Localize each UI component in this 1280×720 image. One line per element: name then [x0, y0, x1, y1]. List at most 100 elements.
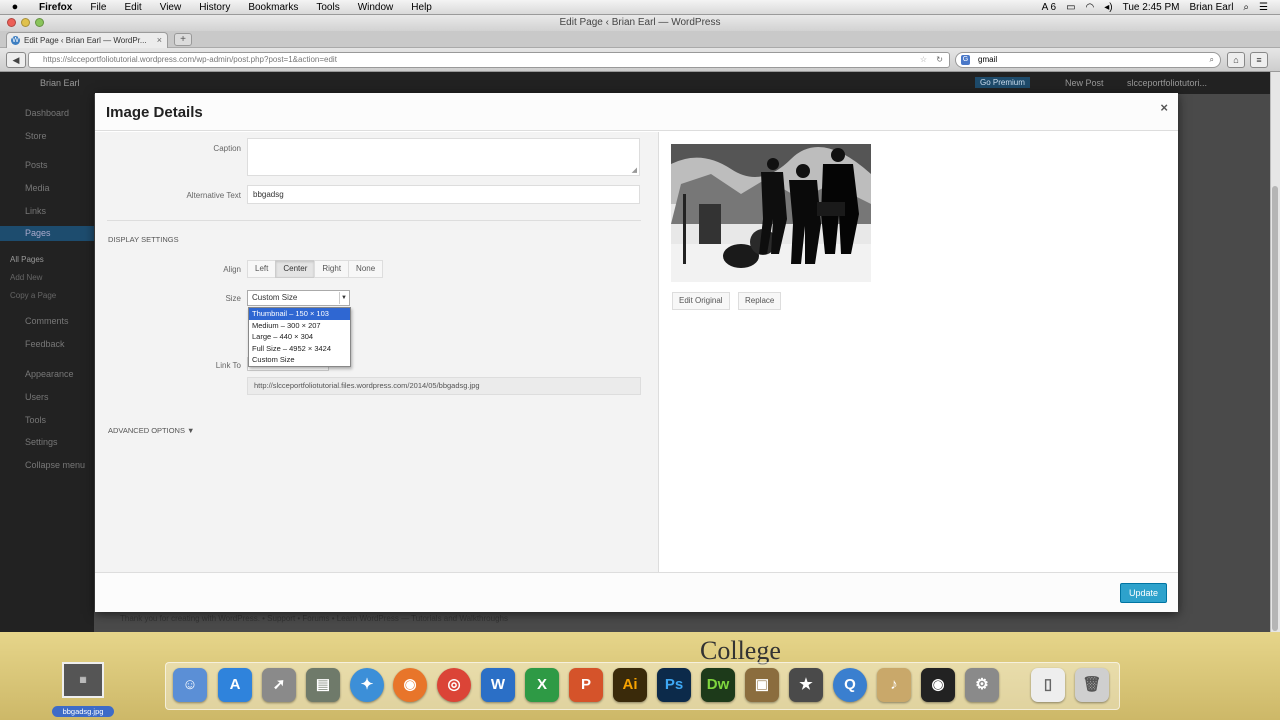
menu-button[interactable]: ≡	[1250, 52, 1268, 68]
tab-edit-page[interactable]: W Edit Page ‹ Brian Earl — WordPr... ×	[6, 32, 168, 48]
close-window-icon[interactable]	[7, 18, 16, 27]
word-icon[interactable]: W	[481, 668, 515, 702]
size-select[interactable]: Custom Size ▼	[247, 290, 350, 306]
back-button[interactable]: ◀	[6, 52, 26, 68]
trash-icon[interactable]: 🗑	[1075, 668, 1109, 702]
size-option-custom[interactable]: Custom Size	[249, 354, 350, 366]
advanced-options-toggle[interactable]: ADVANCED OPTIONS ▼	[108, 426, 194, 435]
menu-firefox[interactable]: Firefox	[30, 2, 81, 13]
sidebar-item-settings[interactable]: Settings	[25, 437, 58, 447]
app-store-icon[interactable]: A	[218, 668, 252, 702]
wifi-icon[interactable]: ◠	[1086, 2, 1095, 13]
chrome-icon[interactable]: ◎	[437, 668, 471, 702]
sidebar-item-dashboard[interactable]: Dashboard	[25, 108, 69, 118]
clock[interactable]: Tue 2:45 PM	[1123, 2, 1180, 13]
new-tab-button[interactable]: +	[174, 33, 192, 46]
minimize-window-icon[interactable]	[21, 18, 30, 27]
search-icon[interactable]: ⌕	[1210, 53, 1214, 67]
powerpoint-icon[interactable]: P	[569, 668, 603, 702]
home-button[interactable]: ⌂	[1227, 52, 1245, 68]
desktop-file-thumbnail[interactable]: ▦	[62, 662, 104, 698]
menu-window[interactable]: Window	[349, 2, 403, 13]
account-link[interactable]: slcceportfoliotutori...	[1127, 78, 1207, 88]
menu-bookmarks[interactable]: Bookmarks	[239, 2, 307, 13]
sidebar-item-all-pages[interactable]: All Pages	[10, 255, 44, 264]
caption-textarea[interactable]: ◢	[247, 138, 640, 176]
menu-file[interactable]: File	[81, 2, 115, 13]
align-none-button[interactable]: None	[348, 260, 384, 278]
excel-icon[interactable]: X	[525, 668, 559, 702]
document-icon[interactable]: ▯	[1031, 668, 1065, 702]
go-premium-button[interactable]: Go Premium	[975, 77, 1030, 88]
menu-help[interactable]: Help	[402, 2, 441, 13]
imovie-icon[interactable]: ★	[789, 668, 823, 702]
url-bar[interactable]: https://slcceportfoliotutorial.wordpress…	[28, 52, 950, 68]
dreamweaver-icon[interactable]: Dw	[701, 668, 735, 702]
size-option-thumbnail[interactable]: Thumbnail – 150 × 103	[249, 308, 350, 320]
spotlight-icon[interactable]: ⌕	[1243, 2, 1249, 13]
safari-icon[interactable]: ✦	[350, 668, 384, 702]
launchpad-icon[interactable]: ➚	[262, 668, 296, 702]
reload-icon[interactable]: ↻	[936, 53, 943, 67]
update-button[interactable]: Update	[1120, 583, 1167, 603]
sidebar-item-posts[interactable]: Posts	[25, 160, 48, 170]
page-scrollbar-thumb[interactable]	[1272, 186, 1278, 631]
menu-tools[interactable]: Tools	[307, 2, 348, 13]
sidebar-item-tools[interactable]: Tools	[25, 415, 46, 425]
illustrator-icon[interactable]: Ai	[613, 668, 647, 702]
sidebar-item-store[interactable]: Store	[25, 131, 47, 141]
site-name[interactable]: Brian Earl	[40, 78, 80, 88]
replace-button[interactable]: Replace	[738, 292, 782, 310]
sidebar-item-comments[interactable]: Comments	[25, 316, 69, 326]
user-name[interactable]: Brian Earl	[1190, 2, 1234, 13]
sidebar-item-media[interactable]: Media	[25, 183, 50, 193]
align-center-button[interactable]: Center	[275, 260, 316, 278]
bookmark-star-icon[interactable]: ☆	[920, 53, 927, 67]
preview-icon[interactable]: ▤	[306, 668, 340, 702]
zoom-window-icon[interactable]	[35, 18, 44, 27]
edit-original-button[interactable]: Edit Original	[672, 292, 730, 310]
search-bar[interactable]: G gmail ⌕	[955, 52, 1221, 68]
menu-history[interactable]: History	[190, 2, 239, 13]
size-option-full-size[interactable]: Full Size – 4952 × 3424	[249, 343, 350, 355]
wp-footer: Thank you for creating with WordPress. •…	[120, 614, 508, 623]
desktop-file-label[interactable]: bbgadsg.jpg	[52, 706, 114, 717]
firefox-icon[interactable]: ◉	[393, 668, 427, 702]
notifications-icon[interactable]: ☰	[1259, 2, 1268, 13]
audio-app-icon[interactable]: ◉	[921, 668, 955, 702]
system-preferences-icon[interactable]: ⚙	[965, 668, 999, 702]
sidebar-item-pages[interactable]: Pages	[0, 226, 94, 241]
caption-label: Caption	[213, 144, 241, 153]
chevron-down-icon[interactable]: ▼	[339, 292, 348, 304]
google-icon[interactable]: G	[961, 55, 970, 65]
iphoto-icon[interactable]: ▣	[745, 668, 779, 702]
sidebar-item-collapse-menu[interactable]: Collapse menu	[25, 460, 85, 470]
link-url-field[interactable]: http://slcceportfoliotutorial.files.word…	[247, 377, 641, 395]
battery-icon[interactable]: ▭	[1066, 2, 1075, 13]
size-option-large[interactable]: Large – 440 × 304	[249, 331, 350, 343]
apple-icon[interactable]: ●	[0, 1, 30, 13]
new-post-link[interactable]: New Post	[1065, 78, 1104, 88]
sidebar-item-users[interactable]: Users	[25, 392, 49, 402]
menu-edit[interactable]: Edit	[115, 2, 150, 13]
volume-icon[interactable]: ◂)	[1104, 2, 1112, 13]
garageband-icon[interactable]: ♪	[877, 668, 911, 702]
search-input[interactable]: gmail	[978, 55, 997, 64]
close-icon[interactable]: ×	[1160, 100, 1168, 115]
align-right-button[interactable]: Right	[314, 260, 350, 278]
sidebar-item-links[interactable]: Links	[25, 206, 46, 216]
resize-grip-icon[interactable]: ◢	[632, 166, 637, 174]
photoshop-icon[interactable]: Ps	[657, 668, 691, 702]
sidebar-item-copy-page[interactable]: Copy a Page	[10, 291, 56, 300]
sidebar-item-appearance[interactable]: Appearance	[25, 369, 74, 379]
size-option-medium[interactable]: Medium – 300 × 207	[249, 320, 350, 332]
tab-close-icon[interactable]: ×	[157, 33, 162, 48]
sidebar-item-add-new[interactable]: Add New	[10, 273, 42, 282]
alt-text-input[interactable]: bbgadsg	[247, 185, 640, 204]
quicktime-icon[interactable]: Q	[833, 668, 867, 702]
menu-view[interactable]: View	[151, 2, 191, 13]
finder-icon[interactable]: ☺	[173, 668, 207, 702]
sidebar-item-feedback[interactable]: Feedback	[25, 339, 65, 349]
align-left-button[interactable]: Left	[247, 260, 277, 278]
status-badge[interactable]: A 6	[1042, 2, 1056, 13]
